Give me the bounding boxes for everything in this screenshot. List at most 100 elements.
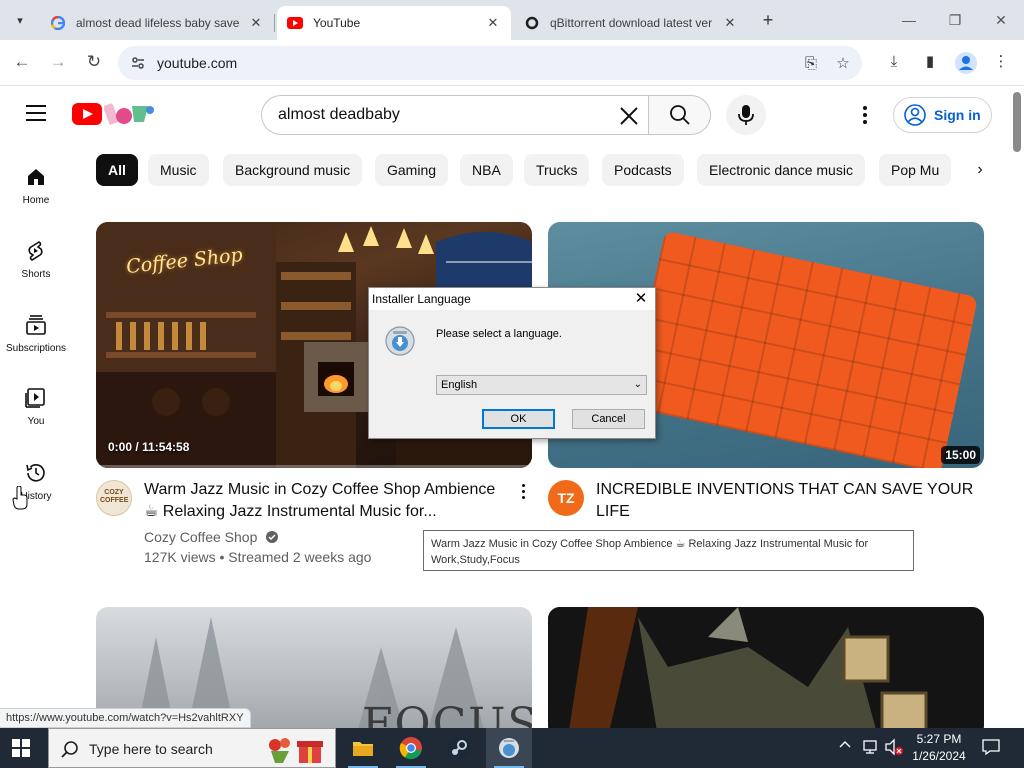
- video-title[interactable]: INCREDIBLE INVENTIONS THAT CAN SAVE YOUR…: [596, 479, 976, 523]
- windows-start-icon[interactable]: [12, 739, 30, 757]
- settings-kebab-icon[interactable]: [855, 104, 875, 126]
- search-icon: [524, 15, 540, 31]
- side-panel-icon[interactable]: ▮: [919, 51, 941, 73]
- video-menu-kebab-icon[interactable]: [516, 484, 530, 502]
- search-button[interactable]: [648, 95, 711, 135]
- channel-avatar[interactable]: COZY COFFEE: [96, 480, 132, 516]
- taskbar-steam[interactable]: [436, 728, 482, 768]
- taskbar-file-explorer[interactable]: [340, 728, 386, 768]
- taskbar-search-box[interactable]: Type here to search: [48, 728, 336, 768]
- tab-search-chevron-icon[interactable]: ▾: [8, 8, 32, 32]
- bookmark-star-icon[interactable]: ☆: [834, 55, 852, 73]
- minimize-window-icon[interactable]: —: [894, 8, 924, 32]
- browser-toolbar: ← → ↻ youtube.com ⎘ ☆ ⤓ ▮ ⋮: [0, 40, 1024, 86]
- chip-electronic-dance-music[interactable]: Electronic dance music: [697, 154, 865, 186]
- dialog-message: Please select a language.: [436, 328, 562, 340]
- sign-in-button[interactable]: Sign in: [893, 97, 992, 133]
- guide-item-label: You: [27, 416, 45, 427]
- tab-google-search[interactable]: almost dead lifeless baby save ✕: [40, 6, 275, 40]
- site-settings-icon[interactable]: [130, 55, 146, 71]
- close-tab-icon[interactable]: ✕: [248, 15, 264, 31]
- chips-next-arrow-icon[interactable]: ›: [964, 154, 996, 186]
- install-app-icon[interactable]: ⎘: [802, 55, 820, 73]
- profile-avatar-icon[interactable]: [955, 52, 977, 74]
- address-bar[interactable]: youtube.com ⎘ ☆: [118, 46, 862, 80]
- language-select-value: English: [441, 379, 478, 391]
- chrome-menu-icon[interactable]: ⋮: [990, 51, 1012, 73]
- installer-globe-icon: [499, 738, 519, 758]
- cancel-button[interactable]: Cancel: [572, 409, 645, 429]
- guide-item-home[interactable]: Home: [0, 165, 72, 229]
- youtube-doodle-logo[interactable]: [103, 100, 156, 128]
- shorts-icon: [24, 239, 48, 263]
- url-text: youtube.com: [157, 55, 238, 71]
- video-title-line: INCREDIBLE INVENTIONS THAT CAN SAVE YOUR: [596, 481, 974, 498]
- volume-muted-icon[interactable]: [884, 738, 904, 759]
- chip-gaming[interactable]: Gaming: [375, 154, 449, 186]
- chip-pop-music[interactable]: Pop Mu: [879, 154, 951, 186]
- forward-arrow-icon[interactable]: →: [46, 50, 70, 74]
- downloads-icon[interactable]: ⤓: [883, 51, 905, 73]
- dialog-close-icon[interactable]: ✕: [633, 291, 649, 307]
- channel-name-text: Cozy Coffee Shop: [144, 529, 258, 545]
- taskbar-installer[interactable]: [486, 728, 532, 768]
- avatar-text: TZ: [557, 490, 575, 506]
- taskbar-clock[interactable]: 5:27 PM 1/26/2024: [906, 731, 972, 765]
- chip-background-music[interactable]: Background music: [223, 154, 363, 186]
- clock-time: 5:27 PM: [916, 732, 962, 746]
- video-metadata: 127K views • Streamed 2 weeks ago: [144, 549, 372, 565]
- new-tab-plus-icon[interactable]: +: [758, 10, 778, 30]
- reload-icon[interactable]: ↻: [82, 50, 106, 74]
- guide-menu-icon[interactable]: [26, 105, 46, 121]
- close-tab-icon[interactable]: ✕: [722, 15, 738, 31]
- network-icon[interactable]: [862, 738, 880, 759]
- guide-item-you[interactable]: You: [0, 386, 72, 450]
- playback-time: 0:00 / 11:54:58: [108, 440, 190, 454]
- tab-youtube[interactable]: YouTube ✕: [277, 6, 511, 40]
- installer-globe-icon: [384, 325, 416, 357]
- progress-bar: [96, 465, 532, 468]
- tab-qbittorrent-search[interactable]: qBittorrent download latest ver ✕: [514, 6, 748, 40]
- guide-item-label: Subscriptions: [5, 343, 67, 354]
- channel-name[interactable]: Cozy Coffee Shop: [144, 527, 279, 547]
- ok-button[interactable]: OK: [482, 409, 555, 429]
- installer-language-dialog: Installer Language ✕ Please select a lan…: [368, 287, 656, 439]
- you-library-icon: [24, 386, 48, 410]
- chrome-icon: [399, 737, 422, 760]
- taskbar-chrome[interactable]: [388, 728, 434, 768]
- steam-icon: [448, 737, 470, 759]
- channel-avatar[interactable]: TZ: [548, 480, 584, 516]
- verified-badge-icon: [266, 531, 279, 543]
- browser-tab-strip: ▾ almost dead lifeless baby save ✕ YouTu…: [0, 0, 1024, 40]
- search-input[interactable]: almost deadbaby: [261, 95, 649, 135]
- subscriptions-icon: [24, 313, 48, 337]
- restore-window-icon[interactable]: ❐: [940, 8, 970, 32]
- close-tab-icon[interactable]: ✕: [485, 15, 501, 31]
- video-duration-badge: 15:00: [941, 446, 980, 464]
- page-scrollbar[interactable]: [1010, 86, 1024, 728]
- guide-item-history[interactable]: History: [0, 461, 72, 525]
- chip-nba[interactable]: NBA: [460, 154, 513, 186]
- close-window-icon[interactable]: ✕: [986, 8, 1016, 32]
- youtube-logo[interactable]: [72, 103, 102, 125]
- video-title-line: LIFE: [596, 503, 630, 520]
- language-select[interactable]: English ⌄: [436, 375, 647, 395]
- guide-item-subscriptions[interactable]: Subscriptions: [0, 313, 72, 377]
- voice-search-button[interactable]: [726, 95, 766, 135]
- video-title[interactable]: Warm Jazz Music in Cozy Coffee Shop Ambi…: [144, 479, 508, 523]
- guide-item-label: Shorts: [21, 269, 51, 280]
- show-hidden-icons-chevron-icon[interactable]: [838, 737, 852, 754]
- chip-trucks[interactable]: Trucks: [524, 154, 590, 186]
- tab-title: YouTube: [313, 16, 361, 30]
- guide-item-shorts[interactable]: Shorts: [0, 239, 72, 303]
- scrollbar-thumb[interactable]: [1013, 92, 1021, 152]
- chip-music[interactable]: Music: [148, 154, 209, 186]
- tab-title: qBittorrent download latest ver: [550, 16, 713, 30]
- chip-all[interactable]: All: [96, 154, 138, 186]
- clear-search-icon[interactable]: [615, 102, 643, 130]
- back-arrow-icon[interactable]: ←: [10, 50, 34, 74]
- notifications-icon[interactable]: [982, 738, 1000, 756]
- video-thumbnail[interactable]: [548, 607, 984, 737]
- fantasy-monster-scene: [548, 607, 984, 737]
- chip-podcasts[interactable]: Podcasts: [602, 154, 684, 186]
